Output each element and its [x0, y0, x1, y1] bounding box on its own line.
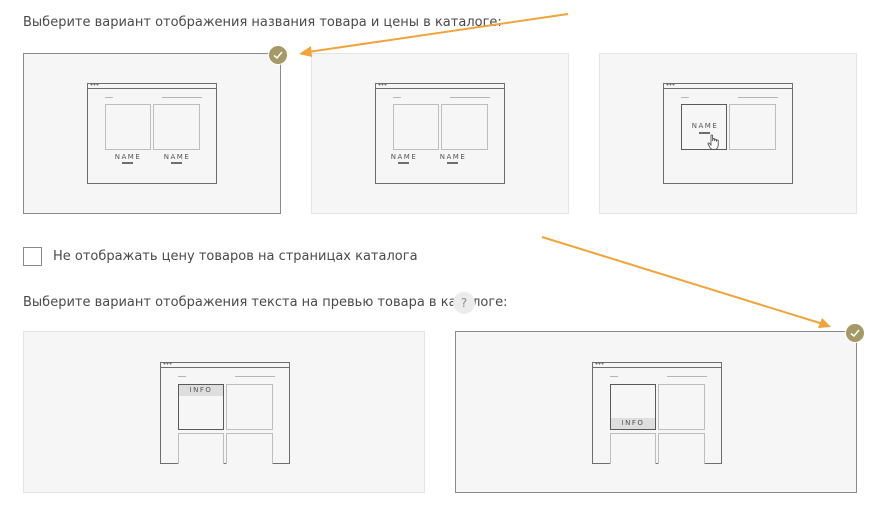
name-layout-option-1[interactable]: NAME NAME [23, 53, 281, 214]
layout-preview-window: NAME [663, 83, 793, 184]
hand-cursor-icon [707, 134, 719, 150]
product-name-caption: NAME [114, 153, 142, 161]
product-name-caption: NAME [390, 153, 418, 161]
arrow-head-2 [818, 318, 831, 328]
layout-preview-window: INFO [592, 362, 722, 464]
hide-price-checkbox[interactable] [23, 247, 42, 266]
check-icon [845, 323, 865, 343]
hide-price-label[interactable]: Не отображать цену товаров на страницах … [53, 249, 418, 264]
layout-preview-window: INFO [160, 362, 290, 464]
product-name-caption: NAME [163, 153, 191, 161]
name-layout-option-2[interactable]: NAME NAME [311, 53, 569, 214]
info-caption: INFO [611, 418, 655, 429]
help-button[interactable]: ? [453, 292, 475, 314]
check-icon [268, 45, 288, 65]
section2-title: Выберите вариант отображения текста на п… [23, 295, 508, 310]
info-caption: INFO [179, 385, 223, 396]
product-name-caption: NAME [691, 122, 719, 130]
name-layout-option-3[interactable]: NAME [599, 53, 857, 214]
layout-preview-window: NAME NAME [87, 83, 217, 184]
product-name-caption: NAME [439, 153, 467, 161]
arrow-line-2 [541, 236, 824, 325]
text-preview-option-1[interactable]: INFO [23, 331, 425, 493]
section1-title: Выберите вариант отображения названия то… [23, 15, 502, 30]
layout-preview-window: NAME NAME [375, 83, 505, 184]
text-preview-option-2[interactable]: INFO [455, 331, 857, 493]
